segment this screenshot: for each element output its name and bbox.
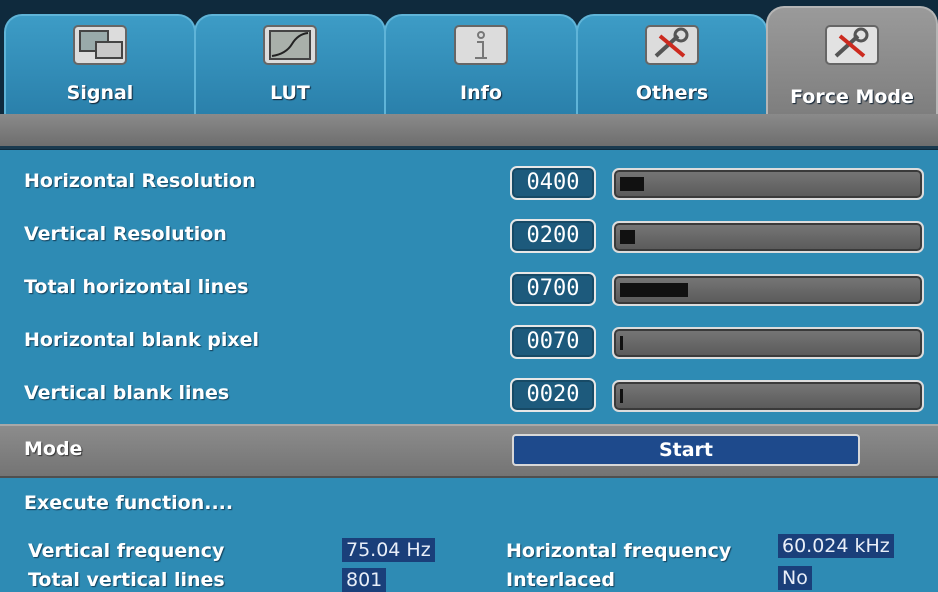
- slider-fill: [620, 177, 644, 191]
- setting-label: Vertical blank lines: [24, 382, 230, 404]
- tab-others-label: Others: [635, 82, 709, 104]
- mode-row: Mode Start: [0, 424, 938, 478]
- tab-others[interactable]: Others: [576, 14, 768, 114]
- info-icon: [454, 25, 508, 65]
- tab-signal-label: Signal: [66, 82, 134, 104]
- slider-fill: [620, 283, 688, 297]
- interlaced-label: Interlaced: [506, 569, 616, 591]
- tools-icon: [825, 25, 879, 65]
- setting-row-horizontal-blank-pixel[interactable]: Horizontal blank pixel 0070: [0, 317, 938, 369]
- tab-force-mode-label: Force Mode: [790, 86, 914, 108]
- value-field[interactable]: 0020: [510, 378, 596, 412]
- setting-label: Horizontal Resolution: [24, 170, 256, 192]
- tab-info-label: Info: [460, 82, 502, 104]
- curve-icon: [263, 25, 317, 65]
- tools-icon: [645, 25, 699, 65]
- tab-info[interactable]: Info: [384, 14, 578, 114]
- start-button[interactable]: Start: [512, 434, 860, 466]
- execute-function-label: Execute function....: [24, 492, 234, 514]
- value-field[interactable]: 0400: [510, 166, 596, 200]
- interlaced-value: No: [778, 566, 812, 590]
- slider-fill: [620, 230, 635, 244]
- setting-row-vertical-resolution[interactable]: Vertical Resolution 0200: [0, 211, 938, 263]
- setting-label: Vertical Resolution: [24, 223, 227, 245]
- value-slider[interactable]: [612, 380, 924, 412]
- tab-force-mode[interactable]: Force Mode: [766, 6, 938, 126]
- monitor-icon: [73, 25, 127, 65]
- mode-label: Mode: [24, 438, 83, 460]
- slider-fill: [620, 336, 623, 350]
- setting-row-horizontal-resolution[interactable]: Horizontal Resolution 0400: [0, 158, 938, 210]
- horizontal-frequency-value: 60.024 kHz: [778, 534, 894, 558]
- tab-signal[interactable]: Signal: [4, 14, 196, 114]
- vertical-frequency-label: Vertical frequency: [28, 540, 225, 562]
- value-slider[interactable]: [612, 168, 924, 200]
- value-field[interactable]: 0700: [510, 272, 596, 306]
- value-field[interactable]: 0200: [510, 219, 596, 253]
- tab-lut-label: LUT: [270, 82, 310, 104]
- slider-fill: [620, 389, 623, 403]
- total-vertical-lines-label: Total vertical lines: [28, 569, 225, 591]
- setting-label: Total horizontal lines: [24, 276, 249, 298]
- value-slider[interactable]: [612, 274, 924, 306]
- horizontal-frequency-label: Horizontal frequency: [506, 540, 732, 562]
- tab-content-header: [0, 114, 938, 149]
- total-vertical-lines-value: 801: [342, 568, 387, 592]
- setting-row-vertical-blank-lines[interactable]: Vertical blank lines 0020: [0, 370, 938, 422]
- tab-lut[interactable]: LUT: [194, 14, 386, 114]
- value-slider[interactable]: [612, 327, 924, 359]
- setting-row-total-horizontal-lines[interactable]: Total horizontal lines 0700: [0, 264, 938, 316]
- setting-label: Horizontal blank pixel: [24, 329, 259, 351]
- vertical-frequency-value: 75.04 Hz: [342, 538, 435, 562]
- value-field[interactable]: 0070: [510, 325, 596, 359]
- value-slider[interactable]: [612, 221, 924, 253]
